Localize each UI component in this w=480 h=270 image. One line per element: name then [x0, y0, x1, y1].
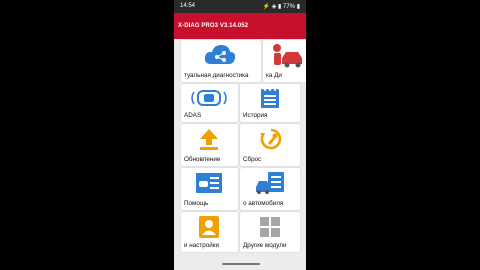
menu-tile-history[interactable]: История [240, 84, 300, 122]
menu-label-history: История [243, 112, 268, 119]
menu-label-settings: и настройки [184, 242, 220, 249]
other-modules-icon [260, 217, 280, 237]
app-title-bar: X-DIAG PRO3 V3.14.052 [174, 13, 306, 39]
menu-tile-vehicle-info[interactable]: о автомобиля [240, 168, 300, 210]
mechanic-car-icon [273, 44, 302, 68]
adas-car-icon [191, 90, 227, 106]
menu-tile-settings[interactable]: и настройки [181, 212, 238, 252]
status-indicators: ⚡ ◈ ▮ 77% ▮ [262, 4, 300, 10]
status-bar: 14:54 ⚡ ◈ ▮ 77% ▮ [174, 0, 306, 13]
menu-tile-adas[interactable]: ADAS [181, 84, 238, 122]
menu-tile-update[interactable]: Обновление [181, 124, 238, 166]
phone-screen: 14:54 ⚡ ◈ ▮ 77% ▮ X-DIAG PRO3 V3.14.052 … [174, 0, 306, 270]
menu-label-help: Помощь [184, 200, 209, 207]
menu-label-mechanic: ка Ди [266, 72, 282, 79]
cloud-diagnostics-icon [204, 45, 236, 64]
menu-label-reset: Сброс [243, 156, 262, 163]
menu-label-update: Обновление [184, 156, 221, 163]
upload-arrow-icon [200, 129, 218, 150]
reset-wrench-icon [260, 128, 282, 150]
menu-tile-mechanic[interactable]: ка Ди [263, 40, 306, 82]
menu-label-remote-diagnostics: туальная диагностика [184, 72, 249, 79]
vehicle-info-icon [256, 172, 284, 194]
app-title: X-DIAG PRO3 V3.14.052 [178, 23, 249, 29]
menu-label-adas: ADAS [184, 112, 202, 119]
status-time: 14:54 [180, 3, 196, 9]
home-gesture-handle[interactable] [222, 263, 260, 265]
menu-label-vehicle-info: о автомобиля [243, 200, 284, 207]
menu-tile-reset[interactable]: Сброс [240, 124, 300, 166]
help-card-icon [196, 173, 222, 193]
menu-tile-remote-diagnostics[interactable]: туальная диагностика [181, 40, 261, 82]
navigation-bar [174, 253, 306, 270]
menu-label-other-modules: Другие модули [243, 242, 287, 249]
menu-tile-other-modules[interactable]: Другие модули [240, 212, 300, 252]
user-settings-icon [199, 216, 219, 238]
history-list-icon [261, 88, 279, 108]
menu-tile-help[interactable]: Помощь [181, 168, 238, 210]
